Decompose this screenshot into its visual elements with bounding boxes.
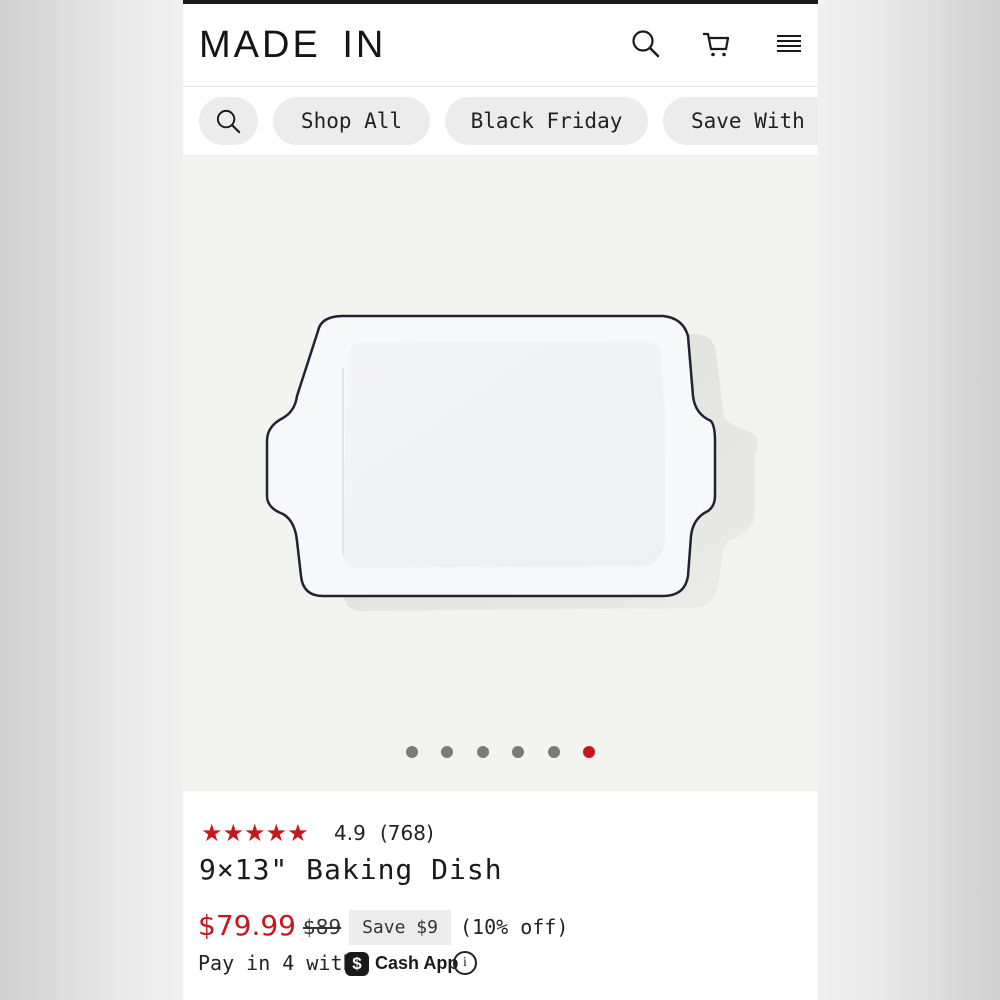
site-header: MADE IN [183, 4, 818, 87]
savings-badge: Save $9 [349, 910, 451, 945]
search-icon [216, 109, 241, 134]
carousel-dot[interactable] [441, 746, 453, 758]
cart-icon[interactable] [700, 28, 732, 60]
carousel-dot-active[interactable] [583, 746, 595, 758]
product-image-carousel[interactable] [183, 156, 818, 791]
chip-save-with[interactable]: Save With S [663, 97, 818, 145]
carousel-dot[interactable] [406, 746, 418, 758]
info-icon[interactable]: i [453, 951, 477, 975]
discount-percent: (10% off) [460, 915, 569, 939]
phone-screen: MADE IN Shop All Black Friday Save With … [183, 0, 818, 1000]
chip-shop-all[interactable]: Shop All [273, 97, 430, 145]
cash-app-icon: $ [345, 952, 369, 976]
cash-app-label: Cash App [375, 953, 459, 973]
baking-dish-image [265, 314, 758, 611]
carousel-dot[interactable] [477, 746, 489, 758]
carousel-dot[interactable] [512, 746, 524, 758]
product-info: ★★★★★ 4.9 (768) 9×13" Baking Dish $79.99… [183, 791, 818, 1000]
rating-stars[interactable]: ★★★★★ [201, 819, 309, 847]
menu-icon[interactable] [773, 28, 805, 60]
category-chips: Shop All Black Friday Save With S [183, 87, 818, 156]
chip-search-button[interactable] [199, 97, 258, 145]
brand-logo[interactable]: MADE IN [199, 24, 386, 67]
chip-black-friday[interactable]: Black Friday [445, 97, 648, 145]
sale-price: $79.99 [198, 909, 296, 942]
carousel-dots [183, 746, 818, 760]
background-left [0, 0, 183, 1000]
product-title: 9×13" Baking Dish [199, 853, 503, 886]
search-icon[interactable] [630, 28, 662, 60]
pay-in-text: Pay in 4 with [198, 951, 355, 975]
original-price: $89 [303, 915, 342, 939]
carousel-dot[interactable] [548, 746, 560, 758]
background-right [818, 0, 1000, 1000]
rating-value: 4.9 [334, 821, 366, 845]
review-count[interactable]: (768) [380, 821, 434, 845]
